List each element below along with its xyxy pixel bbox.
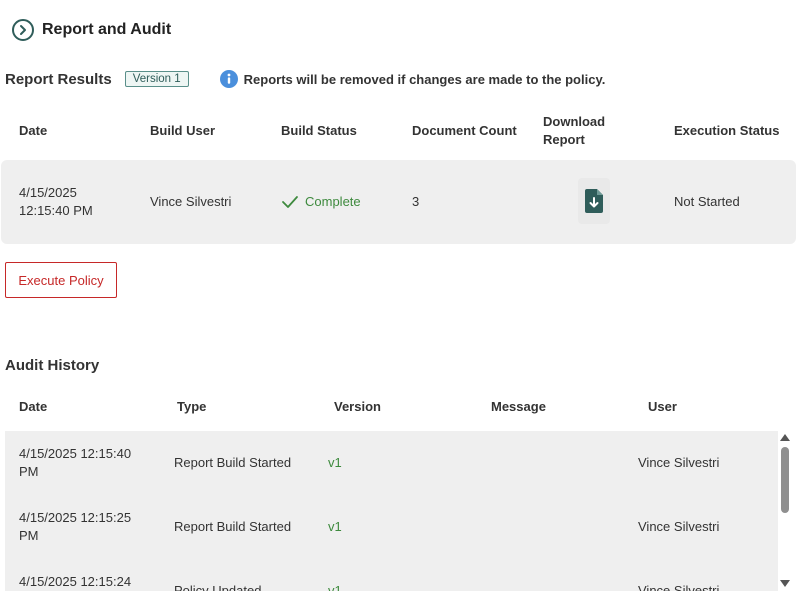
column-header-document-count: Document Count (412, 123, 517, 138)
column-header-build-status: Build Status (281, 123, 357, 138)
info-icon (219, 70, 238, 88)
file-download-icon (585, 189, 603, 213)
execute-policy-button[interactable]: Execute Policy (5, 262, 117, 298)
checkmark-icon (282, 196, 298, 208)
audit-row: 4/15/2025 12:15:24 Policy Updated v1 Vin… (5, 559, 778, 591)
audit-row-version-link[interactable]: v1 (328, 454, 342, 472)
audit-column-header-user: User (648, 399, 677, 414)
column-header-execution-status: Execution Status (674, 123, 780, 138)
report-row-document-count: 3 (412, 194, 420, 209)
audit-row-date-line1: 4/15/2025 12:15:40 (19, 446, 132, 461)
audit-row-date: 4/15/2025 12:15:40 PM (19, 445, 131, 481)
audit-column-header-date: Date (19, 399, 48, 414)
audit-row-type: Policy Updated (174, 583, 262, 591)
column-header-build-user: Build User (150, 123, 216, 138)
audit-column-header-type: Type (177, 399, 207, 414)
audit-scrollbar[interactable] (779, 431, 791, 591)
chevron-right-circle-icon[interactable] (12, 19, 34, 41)
audit-row-date-line1: 4/15/2025 12:15:24 (19, 574, 132, 589)
scrollbar-thumb[interactable] (781, 447, 789, 513)
audit-row-type: Report Build Started (174, 519, 292, 534)
report-row-build-status: Complete (281, 193, 361, 211)
report-results-header: Report Results Version 1 Reports will be… (5, 70, 605, 88)
column-header-date: Date (19, 123, 48, 138)
scroll-up-arrow-icon[interactable] (780, 434, 790, 441)
report-row-build-user: Vince Silvestri (150, 194, 232, 209)
audit-row-version-link[interactable]: v1 (328, 518, 342, 536)
column-header-download-line1: Download (543, 114, 606, 129)
info-message: Reports will be removed if changes are m… (243, 71, 606, 87)
audit-row: 4/15/2025 12:15:40 PM Report Build Start… (5, 431, 778, 495)
audit-row-type: Report Build Started (174, 455, 292, 470)
scroll-down-arrow-icon[interactable] (780, 580, 790, 587)
audit-row-date: 4/15/2025 12:15:24 (19, 573, 131, 591)
audit-row-date-line2: PM (19, 528, 39, 543)
audit-row-date-line2: PM (19, 464, 39, 479)
audit-column-header-version: Version (334, 399, 381, 414)
version-badge: Version 1 (124, 71, 189, 87)
audit-row: 4/15/2025 12:15:25 PM Report Build Start… (5, 495, 778, 559)
column-header-download-line2: Report (543, 132, 585, 147)
audit-table-body: 4/15/2025 12:15:40 PM Report Build Start… (5, 431, 778, 591)
build-status-label: Complete (305, 194, 361, 209)
audit-row-date-line1: 4/15/2025 12:15:25 (19, 510, 132, 525)
column-header-download-report: Download Report (543, 113, 605, 149)
audit-row-date: 4/15/2025 12:15:25 PM (19, 509, 131, 545)
audit-row-user: Vince Silvestri (638, 455, 720, 470)
audit-column-header-message: Message (491, 399, 546, 414)
report-row-date-line1: 4/15/2025 (19, 185, 77, 200)
audit-row-user: Vince Silvestri (638, 583, 720, 591)
audit-row-version-link[interactable]: v1 (328, 582, 342, 591)
audit-row-user: Vince Silvestri (638, 519, 720, 534)
report-row-date: 4/15/2025 12:15:40 PM (19, 184, 93, 220)
section-header: Report and Audit (12, 19, 171, 41)
report-results-title: Report Results (5, 70, 112, 88)
report-row-execution-status: Not Started (674, 194, 740, 209)
audit-history-title: Audit History (5, 357, 100, 374)
download-report-button[interactable] (578, 178, 610, 224)
section-title: Report and Audit (42, 21, 172, 38)
report-row-date-line2: 12:15:40 PM (19, 203, 93, 218)
